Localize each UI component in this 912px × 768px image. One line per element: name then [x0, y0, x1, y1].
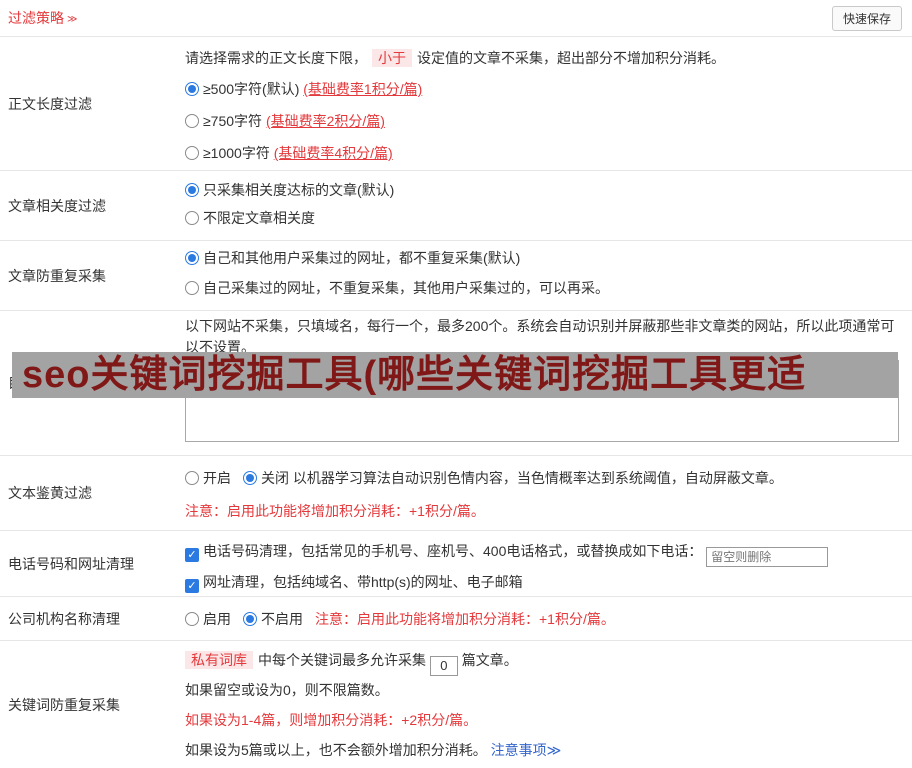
radio-company-off[interactable]: [243, 612, 257, 626]
company-off-label: 不启用: [261, 611, 303, 627]
content-length-intro: 请选择需求的正文长度下限， 小于 设定值的文章不采集，超出部分不增加积分消耗。: [185, 48, 904, 68]
row-label-phone-url-clean: 电话号码和网址清理: [8, 555, 134, 572]
keyword-count-input[interactable]: [429, 655, 458, 676]
option-label: ≥500字符(默认): [203, 81, 300, 97]
phone-clean-option: 电话号码清理，包括常见的手机号、座机号、400电话格式，或替换成如下电话：: [185, 540, 904, 567]
row-content-keyword-dedup: 私有词库中每个关键词最多允许采集 篇文章。 如果留空或设为0，则不限篇数。 如果…: [177, 641, 912, 768]
option-dedup-self[interactable]: 自己采集过的网址，不重复采集，其他用户采集过的，可以再采。: [185, 278, 904, 298]
radio-length-500[interactable]: [185, 82, 199, 96]
radio-length-750[interactable]: [185, 114, 199, 128]
radio-company-on[interactable]: [185, 612, 199, 626]
row-label-company-clean: 公司机构名称清理: [8, 610, 120, 627]
option-length-750[interactable]: ≥750字符 (基础费率2积分/篇): [185, 111, 904, 131]
option-relevance-strict[interactable]: 只采集相关度达标的文章(默认): [185, 180, 904, 200]
keyword-rule-5plus-text: 如果设为5篇或以上，也不会额外增加积分消耗。: [185, 742, 487, 758]
row-content-length-filter: 正文长度过滤 请选择需求的正文长度下限， 小于 设定值的文章不采集，超出部分不增加积…: [0, 37, 912, 171]
row-content-company-clean: 启用 不启用 注意：启用此功能将增加积分消耗：+1积分/篇。: [177, 597, 912, 640]
topbar: 过滤策略 ≫ 快速保存: [0, 0, 912, 37]
phone-clean-label: 电话号码清理，包括常见的手机号、座机号、400电话格式，或替换成如下电话：: [203, 543, 703, 559]
page-title-text: 过滤策略: [8, 10, 64, 26]
phone-replace-input[interactable]: [706, 547, 829, 567]
radio-porn-off[interactable]: [243, 471, 257, 485]
chevron-double-icon: ≫: [67, 13, 78, 25]
row-label-content-length: 正文长度过滤: [8, 95, 92, 112]
radio-porn-on[interactable]: [185, 471, 199, 485]
porn-on-label: 开启: [203, 470, 231, 486]
row-relevance-filter: 文章相关度过滤 只采集相关度达标的文章(默认) 不限定文章相关度: [0, 171, 912, 241]
intro-pre: 请选择需求的正文长度下限，: [185, 50, 367, 66]
option-length-500[interactable]: ≥500字符(默认) (基础费率1积分/篇): [185, 79, 904, 99]
keyword-rule-5plus: 如果设为5篇或以上，也不会额外增加积分消耗。 注意事项≫: [185, 739, 904, 761]
quick-save-button[interactable]: 快速保存: [831, 5, 902, 31]
radio-length-1000[interactable]: [185, 146, 199, 160]
row-dedup-filter: 文章防重复采集 自己和其他用户采集过的网址，都不重复采集(默认) 自己采集过的网…: [0, 241, 912, 311]
row-label-keyword-dedup: 关键词防重复采集: [8, 696, 120, 713]
row-label-relevance: 文章相关度过滤: [8, 197, 106, 214]
option-label: ≥1000字符: [203, 145, 270, 161]
porn-filter-description: 以机器学习算法自动识别色情内容，当色情概率达到系统阈值，自动屏蔽文章。: [292, 470, 783, 486]
private-lexicon-badge: 私有词库: [185, 651, 253, 669]
intro-highlight: 小于: [372, 49, 412, 67]
row-company-clean: 公司机构名称清理 启用 不启用 注意：启用此功能将增加积分消耗：+1积分/篇。: [0, 597, 912, 641]
row-porn-filter: 文本鉴黄过滤 开启 关闭 以机器学习算法自动识别色情内容，当色情概率达到系统阈值，…: [0, 456, 912, 531]
row-content-porn-filter: 开启 关闭 以机器学习算法自动识别色情内容，当色情概率达到系统阈值，自动屏蔽文章。…: [177, 456, 912, 530]
option-label: 只采集相关度达标的文章(默认): [203, 182, 395, 198]
radio-relevance-any[interactable]: [185, 211, 199, 225]
option-label: ≥750字符: [203, 113, 263, 129]
filter-strategy-page: 过滤策略 ≫ 快速保存 正文长度过滤 请选择需求的正文长度下限， 小于 设定值的文章…: [0, 0, 912, 768]
notes-link[interactable]: 注意事项≫: [491, 742, 562, 758]
checkbox-phone-clean[interactable]: [185, 548, 199, 562]
keyword-limit-line: 私有词库中每个关键词最多允许采集 篇文章。: [185, 649, 904, 676]
row-label-porn-filter: 文本鉴黄过滤: [8, 485, 92, 501]
keyword-limit-suffix: 篇文章。: [461, 652, 518, 668]
porn-filter-note: 注意：启用此功能将增加积分消耗：+1积分/篇。: [185, 503, 485, 519]
keyword-limit-text: 中每个关键词最多允许采集: [258, 652, 426, 668]
row-label-dedup: 文章防重复采集: [8, 267, 106, 284]
checkbox-url-clean[interactable]: [185, 579, 199, 593]
page-title[interactable]: 过滤策略 ≫: [8, 8, 77, 28]
porn-off-label: 关闭: [261, 470, 289, 486]
row-content-relevance: 只采集相关度达标的文章(默认) 不限定文章相关度: [177, 171, 912, 240]
porn-filter-options: 开启 关闭 以机器学习算法自动识别色情内容，当色情概率达到系统阈值，自动屏蔽文章。: [185, 468, 904, 488]
radio-relevance-strict[interactable]: [185, 183, 199, 197]
option-note: (基础费率4积分/篇): [273, 145, 393, 161]
keyword-rule-zero: 如果留空或设为0，则不限篇数。: [185, 682, 389, 698]
overlay-banner: seo关键词挖掘工具(哪些关键词挖掘工具更适: [12, 352, 898, 398]
option-label: 不限定文章相关度: [203, 210, 315, 226]
option-label: 自己和其他用户采集过的网址，都不重复采集(默认): [203, 250, 521, 266]
radio-dedup-self[interactable]: [185, 281, 199, 295]
option-label: 自己采集过的网址，不重复采集，其他用户采集过的，可以再采。: [203, 280, 609, 296]
url-clean-option: 网址清理，包括纯域名、带http(s)的网址、电子邮箱: [185, 571, 904, 593]
option-length-1000[interactable]: ≥1000字符 (基础费率4积分/篇): [185, 143, 904, 163]
option-dedup-all[interactable]: 自己和其他用户采集过的网址，都不重复采集(默认): [185, 248, 904, 268]
radio-dedup-all[interactable]: [185, 251, 199, 265]
option-note: (基础费率1积分/篇): [303, 81, 423, 97]
company-clean-options: 启用 不启用 注意：启用此功能将增加积分消耗：+1积分/篇。: [185, 609, 904, 629]
row-content-dedup: 自己和其他用户采集过的网址，都不重复采集(默认) 自己采集过的网址，不重复采集，…: [177, 241, 912, 310]
row-content-content-length: 请选择需求的正文长度下限， 小于 设定值的文章不采集，超出部分不增加积分消耗。 ≥5…: [177, 37, 912, 170]
option-note: (基础费率2积分/篇): [265, 113, 385, 129]
company-clean-note: 注意：启用此功能将增加积分消耗：+1积分/篇。: [315, 611, 615, 627]
row-phone-url-clean: 电话号码和网址清理 电话号码清理，包括常见的手机号、座机号、400电话格式，或替…: [0, 531, 912, 597]
keyword-rule-1-4: 如果设为1-4篇，则增加积分消耗：+2积分/篇。: [185, 712, 478, 728]
url-clean-label: 网址清理，包括纯域名、带http(s)的网址、电子邮箱: [203, 574, 523, 590]
intro-post: 设定值的文章不采集，超出部分不增加积分消耗。: [417, 50, 725, 66]
row-content-phone-url-clean: 电话号码清理，包括常见的手机号、座机号、400电话格式，或替换成如下电话： 网址…: [177, 531, 912, 596]
company-on-label: 启用: [203, 611, 231, 627]
row-keyword-dedup: 关键词防重复采集 私有词库中每个关键词最多允许采集 篇文章。 如果留空或设为0，…: [0, 641, 912, 768]
option-relevance-any[interactable]: 不限定文章相关度: [185, 208, 904, 228]
